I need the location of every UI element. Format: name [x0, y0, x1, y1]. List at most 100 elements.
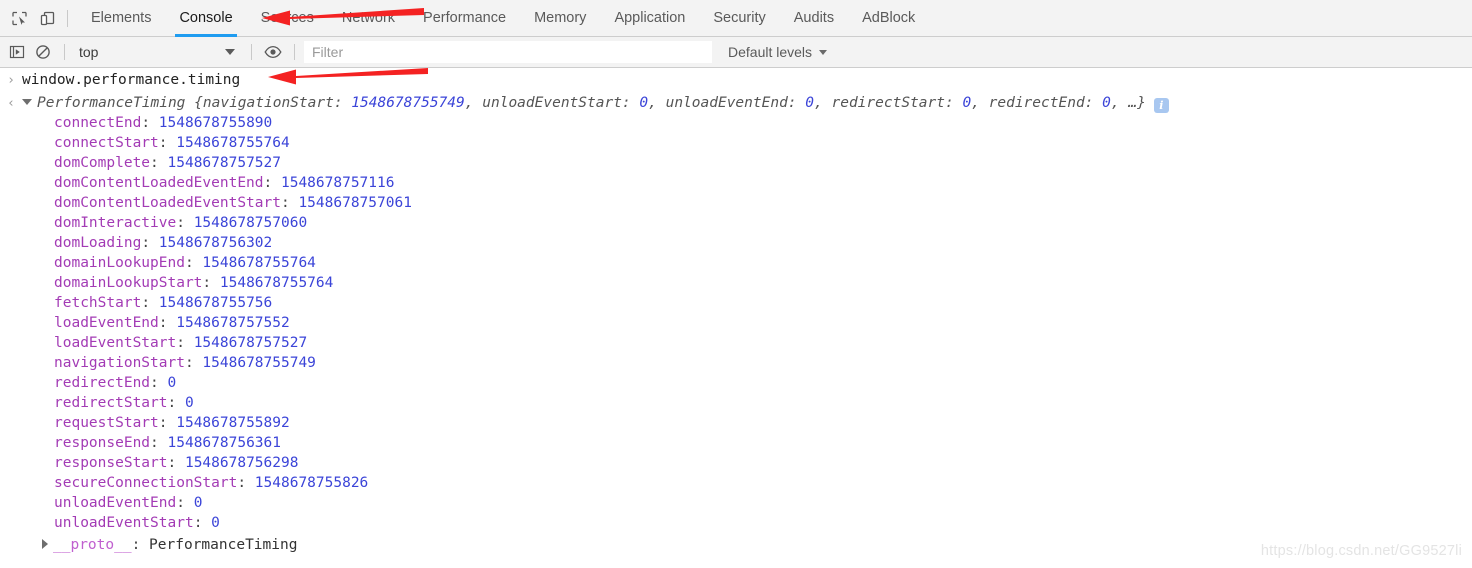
object-property-row[interactable]: unloadEventStart: 0 [0, 515, 1472, 535]
property-colon: : [150, 155, 168, 171]
tab-console[interactable]: Console [165, 0, 246, 37]
object-property-row[interactable]: domComplete: 1548678757527 [0, 155, 1472, 175]
tab-label: Application [614, 10, 686, 26]
property-value: 1548678755756 [158, 295, 273, 311]
property-value: 0 [193, 495, 203, 511]
object-property-row[interactable]: domainLookupEnd: 1548678755764 [0, 255, 1472, 275]
property-value: 1548678757527 [193, 335, 308, 351]
property-colon: : [193, 515, 212, 531]
property-colon: : [202, 275, 220, 291]
live-expression-icon[interactable] [260, 37, 286, 68]
property-colon: : [141, 235, 159, 251]
chevron-down-icon [225, 49, 235, 55]
property-value: 1548678757116 [280, 175, 395, 191]
object-property-row[interactable]: secureConnectionStart: 1548678755826 [0, 475, 1472, 495]
tab-sources[interactable]: Sources [247, 0, 328, 37]
property-colon: : [184, 355, 203, 371]
property-colon: : [141, 115, 159, 131]
tab-memory[interactable]: Memory [520, 0, 600, 37]
log-levels-label: Default levels [728, 44, 813, 60]
property-key: responseStart [54, 455, 168, 471]
object-property-row[interactable]: domContentLoadedEventStart: 154867875706… [0, 195, 1472, 215]
object-property-row[interactable]: domainLookupStart: 1548678755764 [0, 275, 1472, 295]
property-key: redirectStart [54, 395, 168, 411]
tab-audits[interactable]: Audits [780, 0, 848, 37]
property-colon: : [158, 315, 177, 331]
tab-performance[interactable]: Performance [409, 0, 520, 37]
property-key: domContentLoadedEventStart [54, 195, 281, 211]
object-preview: PerformanceTiming {navigationStart: 1548… [37, 95, 1146, 111]
property-colon: : [150, 435, 168, 451]
object-property-row[interactable]: connectStart: 1548678755764 [0, 135, 1472, 155]
property-key: connectEnd [54, 115, 142, 131]
property-value: 1548678757527 [167, 155, 282, 171]
prompt-chevron-icon: › [7, 73, 15, 88]
object-property-row[interactable]: connectEnd: 1548678755890 [0, 115, 1472, 135]
property-colon: : [158, 135, 177, 151]
devtools-tab-bar: Elements Console Sources Network Perform… [0, 0, 1472, 37]
property-colon: : [141, 295, 159, 311]
object-property-row[interactable]: navigationStart: 1548678755749 [0, 355, 1472, 375]
property-value: 0 [167, 375, 177, 391]
disclosure-triangle-collapsed-icon[interactable] [42, 539, 48, 549]
property-key: domInteractive [54, 215, 177, 231]
info-badge-icon[interactable]: i [1153, 98, 1169, 113]
proto-value: PerformanceTiming [149, 537, 298, 553]
property-colon: : [158, 415, 177, 431]
property-key: domainLookupStart [54, 275, 203, 291]
execute-snippet-icon[interactable] [4, 37, 30, 68]
tab-label: Elements [91, 10, 152, 26]
object-property-row[interactable]: loadEventStart: 1548678757527 [0, 335, 1472, 355]
property-key: loadEventStart [54, 335, 177, 351]
object-property-row[interactable]: redirectEnd: 0 [0, 375, 1472, 395]
property-colon: : [237, 475, 255, 491]
execution-context-selector[interactable]: top [73, 37, 243, 68]
property-colon: : [167, 395, 185, 411]
tab-network[interactable]: Network [328, 0, 409, 37]
tab-security[interactable]: Security [699, 0, 779, 37]
tab-label: Security [713, 10, 766, 26]
object-property-row[interactable]: requestStart: 1548678755892 [0, 415, 1472, 435]
device-toolbar-icon[interactable] [33, 0, 61, 37]
object-property-row[interactable]: domLoading: 1548678756302 [0, 235, 1472, 255]
property-key: loadEventEnd [54, 315, 159, 331]
tab-adblock[interactable]: AdBlock [848, 0, 929, 37]
tab-label: Console [179, 10, 233, 26]
tab-application[interactable]: Application [600, 0, 699, 37]
property-key: domLoading [54, 235, 142, 251]
property-value: 1548678755749 [202, 355, 316, 371]
property-value: 1548678756298 [184, 455, 299, 471]
tab-elements[interactable]: Elements [77, 0, 165, 37]
console-command-text: window.performance.timing [22, 72, 241, 88]
object-property-row[interactable]: fetchStart: 1548678755756 [0, 295, 1472, 315]
property-key: unloadEventStart [54, 515, 194, 531]
object-property-row[interactable]: unloadEventEnd: 0 [0, 495, 1472, 515]
disclosure-triangle-expanded-icon[interactable] [22, 99, 32, 105]
toolbar-divider [294, 44, 295, 60]
object-property-row[interactable]: domContentLoadedEventEnd: 1548678757116 [0, 175, 1472, 195]
property-key: fetchStart [54, 295, 142, 311]
property-value: 1548678755826 [254, 475, 369, 491]
property-colon: : [280, 195, 299, 211]
object-property-row[interactable]: loadEventEnd: 1548678757552 [0, 315, 1472, 335]
property-value: 1548678756361 [167, 435, 282, 451]
console-result-header-row[interactable]: ‹ PerformanceTiming {navigationStart: 15… [0, 92, 1472, 115]
object-property-row[interactable]: redirectStart: 0 [0, 395, 1472, 415]
preview-value: 1548678755749 [351, 95, 465, 111]
object-property-row[interactable]: responseEnd: 1548678756361 [0, 435, 1472, 455]
console-command-row[interactable]: › window.performance.timing [0, 68, 1472, 92]
property-value: 1548678755764 [219, 275, 334, 291]
property-value: 1548678755764 [176, 135, 290, 151]
preview-value: 0 [805, 95, 815, 111]
console-filter-input[interactable]: Filter [304, 41, 712, 63]
property-value: 1548678757061 [298, 195, 412, 211]
log-levels-selector[interactable]: Default levels [728, 37, 828, 68]
object-property-row[interactable]: domInteractive: 1548678757060 [0, 215, 1472, 235]
property-colon: : [184, 255, 203, 271]
proto-row[interactable]: __proto__ : PerformanceTiming [0, 535, 1472, 555]
object-properties-list: connectEnd: 1548678755890 connectStart: 1… [0, 115, 1472, 535]
object-property-row[interactable]: responseStart: 1548678756298 [0, 455, 1472, 475]
inspect-element-icon[interactable] [5, 0, 33, 37]
property-value: 1548678755892 [176, 415, 290, 431]
clear-console-icon[interactable] [30, 37, 56, 68]
